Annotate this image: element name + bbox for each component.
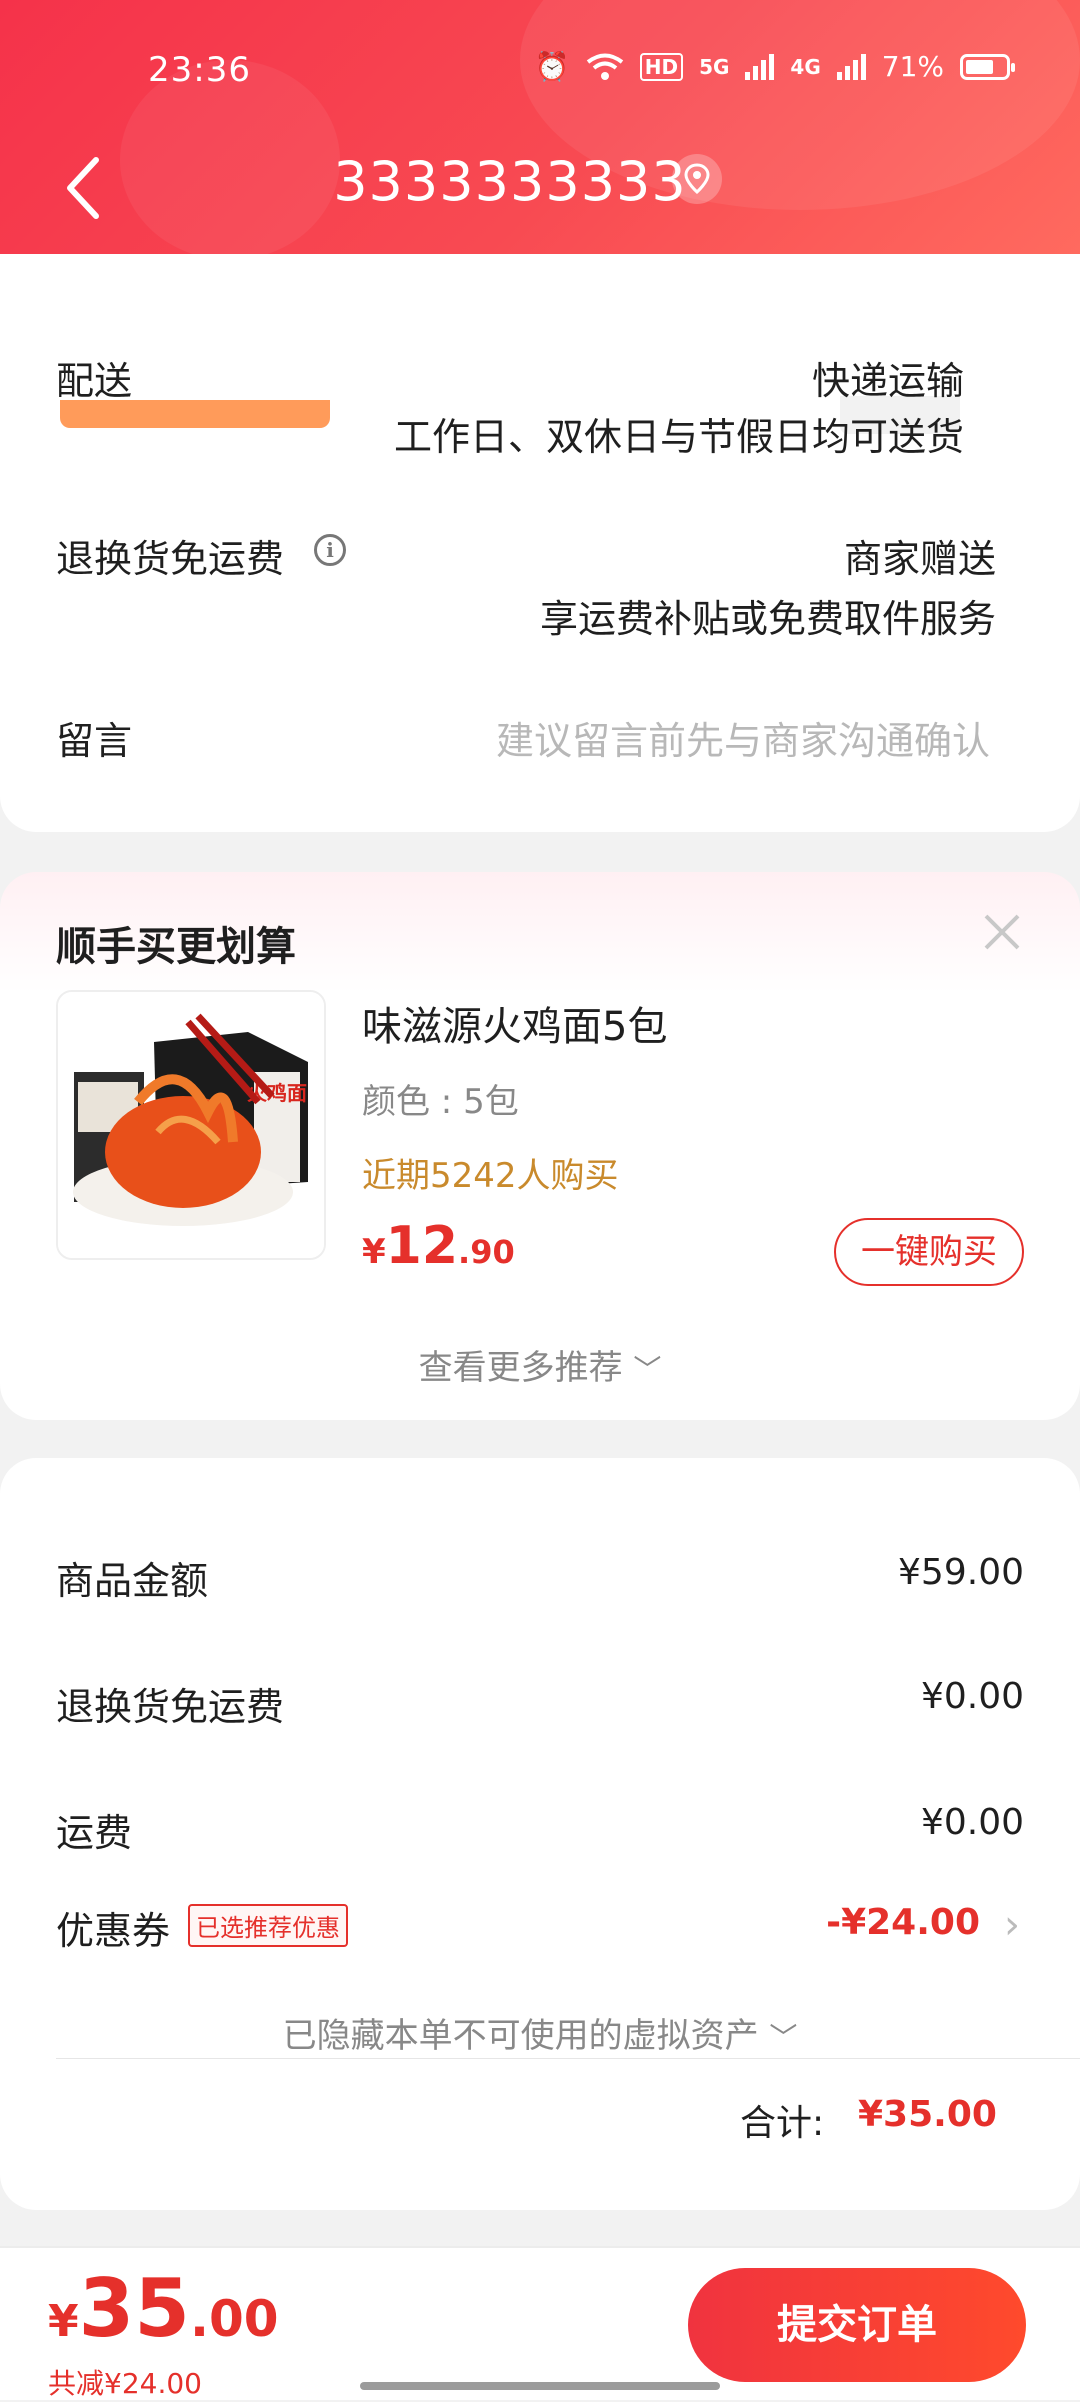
recommend-card: 顺手买更划算 火鸡面 味滋源火鸡面5包 颜色 : 5包 近期5242人购买 ¥1…: [0, 872, 1080, 1420]
shipping-value: ¥0.00: [920, 1802, 1024, 1843]
more-recommend-link[interactable]: 查看更多推荐 ﹀: [0, 1340, 1080, 1389]
recommend-title: 顺手买更划算: [56, 924, 296, 970]
goods-amount-label: 商品金额: [56, 1559, 209, 1603]
location-pin-icon[interactable]: [672, 154, 722, 204]
battery-icon: [960, 53, 1015, 80]
product-name[interactable]: 味滋源火鸡面5包: [362, 994, 667, 1052]
submit-order-button[interactable]: 提交订单: [688, 2268, 1026, 2382]
home-indicator[interactable]: [360, 2382, 720, 2390]
price-summary-card: 商品金额 ¥59.00 退换货免运费 ¥0.00 运费 ¥0.00 优惠券 已选…: [0, 1458, 1080, 2210]
checkout-bar: ¥35.00 共减¥24.00 提交订单: [0, 2248, 1080, 2400]
return-shipping-desc: 享运费补贴或免费取件服务: [539, 597, 996, 641]
wifi-icon: [586, 53, 623, 80]
one-click-buy-button[interactable]: 一键购买: [834, 1218, 1024, 1286]
hidden-assets-toggle[interactable]: 已隐藏本单不可使用的虚拟资产 ﹀: [0, 2008, 1080, 2057]
network-4g-label: 4G: [790, 54, 821, 79]
return-fee-value: ¥0.00: [920, 1676, 1024, 1717]
signal-icon: [745, 53, 775, 80]
info-icon[interactable]: i: [314, 534, 346, 566]
status-icons: ⏰ HD 5G 4G 71%: [534, 50, 1015, 83]
coupon-tag: 已选推荐优惠: [188, 1904, 348, 1947]
chevron-down-icon: ﹀: [633, 1353, 662, 1386]
final-price: ¥35.00: [48, 2262, 279, 2355]
message-label: 留言: [56, 719, 133, 763]
coupon-label: 优惠券: [56, 1909, 171, 1953]
close-icon[interactable]: [980, 910, 1024, 954]
delivery-method: 快递运输: [811, 359, 964, 403]
nav-bar: 3333333333: [0, 140, 1080, 240]
noodle-package-image: 火鸡面: [58, 992, 324, 1258]
delivery-schedule: 工作日、双休日与节假日均可送货: [393, 415, 964, 459]
status-time: 23:36: [148, 50, 251, 90]
alarm-icon: ⏰: [534, 50, 570, 83]
total-label: 合计:: [740, 2103, 825, 2144]
battery-percent: 71%: [881, 50, 944, 83]
network-5g-label: 5G: [699, 54, 730, 79]
status-bar: 23:36 ⏰ HD 5G 4G 71%: [0, 40, 1080, 100]
total-value: ¥35.00: [858, 2094, 997, 2135]
order-info-card: 配送 快递运输 工作日、双休日与节假日均可送货 退换货免运费 i 商家赠送 享运…: [0, 160, 1080, 832]
return-shipping-label: 退换货免运费: [56, 537, 285, 581]
header-bar: 23:36 ⏰ HD 5G 4G 71% 3333333333: [0, 0, 1080, 254]
message-input[interactable]: 建议留言前先与商家沟通确认: [496, 710, 990, 765]
hd-icon: HD: [639, 52, 684, 81]
product-color: 颜色 : 5包: [362, 1082, 519, 1122]
divider: [56, 2058, 1080, 2059]
coupon-value[interactable]: -¥24.00: [826, 1902, 980, 1943]
product-image[interactable]: 火鸡面: [56, 990, 326, 1260]
product-bought-count: 近期5242人购买: [362, 1156, 619, 1196]
delivery-label: 配送: [56, 359, 133, 403]
chevron-right-icon[interactable]: ›: [1004, 1902, 1020, 1948]
goods-amount-value: ¥59.00: [898, 1552, 1024, 1593]
chevron-down-icon: ﹀: [769, 2021, 798, 2054]
signal-icon: [836, 53, 866, 80]
shipping-label: 运费: [56, 1811, 133, 1855]
total-saved: 共减¥24.00: [48, 2367, 202, 2400]
return-shipping-value: 商家赠送: [843, 537, 996, 581]
return-fee-label: 退换货免运费: [56, 1685, 285, 1729]
product-price: ¥12.90: [362, 1216, 515, 1276]
page-title: 3333333333: [333, 150, 687, 213]
